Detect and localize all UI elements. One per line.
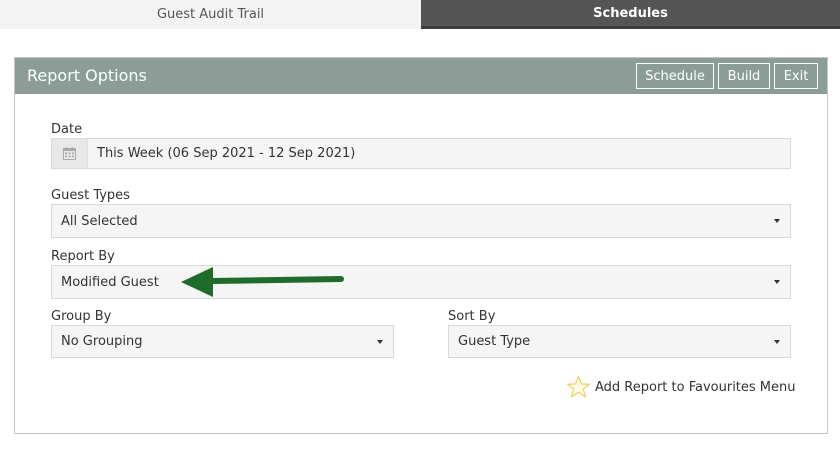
chevron-down-icon: [377, 340, 383, 344]
star-icon[interactable]: [566, 375, 591, 399]
guest-types-value: All Selected: [61, 213, 138, 229]
guest-types-label: Guest Types: [51, 188, 130, 203]
exit-button[interactable]: Exit: [774, 63, 818, 89]
date-value: This Week (06 Sep 2021 - 12 Sep 2021): [97, 146, 356, 161]
group-by-value: No Grouping: [61, 334, 143, 349]
add-to-favourites-link[interactable]: Add Report to Favourites Menu: [566, 375, 796, 399]
sort-by-select[interactable]: Guest Type: [448, 325, 791, 358]
sort-by-label: Sort By: [448, 309, 496, 324]
sort-by-value: Guest Type: [458, 334, 531, 349]
date-label: Date: [51, 122, 83, 137]
calendar-icon[interactable]: [52, 139, 88, 168]
tab-schedules[interactable]: Schedules: [421, 0, 840, 29]
date-field[interactable]: This Week (06 Sep 2021 - 12 Sep 2021): [51, 138, 791, 169]
chevron-down-icon: [774, 219, 780, 223]
annotation-arrow-icon: [181, 267, 344, 297]
chevron-down-icon: [774, 280, 780, 284]
report-by-select[interactable]: Modified Guest: [51, 265, 791, 299]
report-by-label: Report By: [51, 249, 115, 264]
guest-types-select[interactable]: All Selected: [51, 204, 791, 238]
tab-bar: Guest Audit Trail Schedules: [0, 0, 840, 29]
chevron-down-icon: [774, 340, 780, 344]
build-button[interactable]: Build: [718, 63, 770, 89]
group-by-select[interactable]: No Grouping: [51, 325, 394, 358]
panel-header: Report Options Schedule Build Exit: [15, 58, 827, 94]
panel-title: Report Options: [27, 66, 147, 85]
favourites-label: Add Report to Favourites Menu: [595, 379, 796, 395]
tab-guest-audit-trail[interactable]: Guest Audit Trail: [0, 0, 421, 29]
schedule-button[interactable]: Schedule: [636, 63, 714, 89]
report-by-value: Modified Guest: [61, 274, 159, 290]
group-by-label: Group By: [51, 309, 112, 324]
